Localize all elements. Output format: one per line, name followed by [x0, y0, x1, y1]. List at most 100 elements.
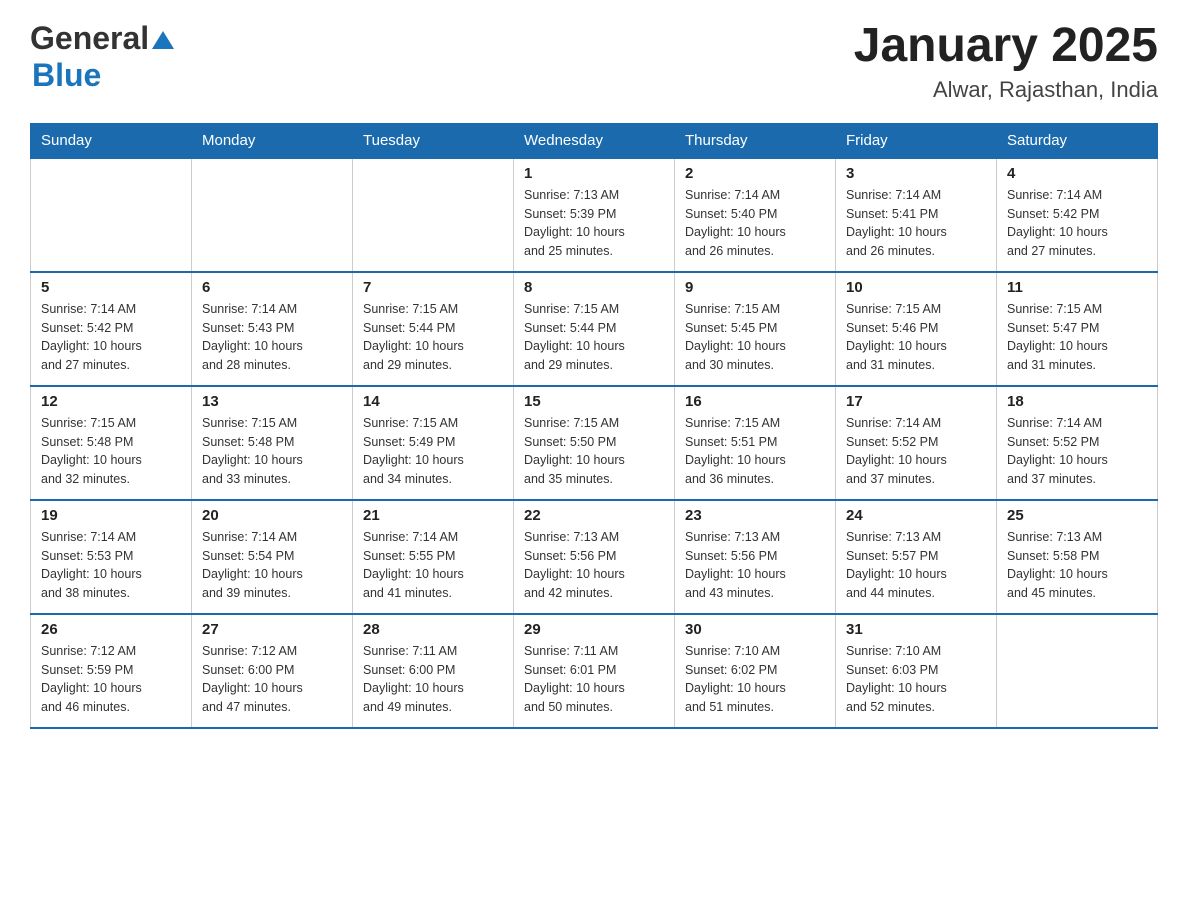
calendar-cell: 2Sunrise: 7:14 AM Sunset: 5:40 PM Daylig… [675, 158, 836, 272]
day-number: 28 [363, 621, 503, 638]
calendar-cell: 12 Sunrise: 7:15 AM Sunset: 5:48 PM Dayli… [31, 386, 192, 500]
day-number: 10 [846, 279, 986, 296]
calendar-cell [353, 158, 514, 272]
calendar-cell: 24Sunrise: 7:13 AM Sunset: 5:57 PM Dayli… [836, 500, 997, 614]
day-info: Sunrise: 7:15 AM Sunset: 5:49 PM Dayligh… [363, 414, 503, 489]
calendar-cell: 30 Sunrise: 7:10 AM Sunset: 6:02 PM Dayli… [675, 614, 836, 728]
logo: General Blue [30, 20, 174, 94]
title-block: January 2025 Alwar, Rajasthan, India [854, 20, 1158, 103]
calendar-cell: 14 Sunrise: 7:15 AM Sunset: 5:49 PM Dayli… [353, 386, 514, 500]
day-number: 30 [685, 621, 825, 638]
day-number: 23 [685, 507, 825, 524]
day-info: Sunrise: 7:11 AM Sunset: 6:01 PM Dayligh… [524, 642, 664, 717]
day-number: 6 [202, 279, 342, 296]
day-number: 19 [41, 507, 181, 524]
calendar-cell: 26 Sunrise: 7:12 AM Sunset: 5:59 PM Dayli… [31, 614, 192, 728]
calendar-cell: 15Sunrise: 7:15 AM Sunset: 5:50 PM Dayli… [514, 386, 675, 500]
day-number: 21 [363, 507, 503, 524]
day-number: 25 [1007, 507, 1147, 524]
day-number: 14 [363, 393, 503, 410]
calendar-cell: 9 Sunrise: 7:15 AM Sunset: 5:45 PM Daylig… [675, 272, 836, 386]
day-info: Sunrise: 7:13 AM Sunset: 5:58 PM Dayligh… [1007, 528, 1147, 603]
calendar-cell: 28 Sunrise: 7:11 AM Sunset: 6:00 PM Dayli… [353, 614, 514, 728]
calendar-cell [997, 614, 1158, 728]
col-wednesday: Wednesday [514, 123, 675, 158]
location: Alwar, Rajasthan, India [854, 77, 1158, 103]
day-number: 5 [41, 279, 181, 296]
day-number: 31 [846, 621, 986, 638]
day-number: 16 [685, 393, 825, 410]
day-info: Sunrise: 7:14 AM Sunset: 5:52 PM Dayligh… [1007, 414, 1147, 489]
day-number: 20 [202, 507, 342, 524]
day-info: Sunrise: 7:14 AM Sunset: 5:54 PM Dayligh… [202, 528, 342, 603]
day-info: Sunrise: 7:15 AM Sunset: 5:51 PM Dayligh… [685, 414, 825, 489]
calendar-cell: 3 Sunrise: 7:14 AM Sunset: 5:41 PM Daylig… [836, 158, 997, 272]
day-info: Sunrise: 7:15 AM Sunset: 5:48 PM Dayligh… [41, 414, 181, 489]
day-info: Sunrise: 7:11 AM Sunset: 6:00 PM Dayligh… [363, 642, 503, 717]
logo-blue-text: Blue [32, 57, 101, 93]
day-info: Sunrise: 7:15 AM Sunset: 5:47 PM Dayligh… [1007, 300, 1147, 375]
day-info: Sunrise: 7:14 AM Sunset: 5:55 PM Dayligh… [363, 528, 503, 603]
page-header: General Blue January 2025 Alwar, Rajasth… [30, 20, 1158, 103]
calendar-cell: 21 Sunrise: 7:14 AM Sunset: 5:55 PM Dayli… [353, 500, 514, 614]
day-number: 3 [846, 165, 986, 182]
day-number: 9 [685, 279, 825, 296]
day-number: 22 [524, 507, 664, 524]
col-friday: Friday [836, 123, 997, 158]
logo-triangle-icon [152, 27, 174, 49]
calendar-cell: 22 Sunrise: 7:13 AM Sunset: 5:56 PM Dayli… [514, 500, 675, 614]
calendar-cell: 7 Sunrise: 7:15 AM Sunset: 5:44 PM Daylig… [353, 272, 514, 386]
calendar-row-2: 5Sunrise: 7:14 AM Sunset: 5:42 PM Daylig… [31, 272, 1158, 386]
header-row: Sunday Monday Tuesday Wednesday Thursday… [31, 123, 1158, 158]
day-info: Sunrise: 7:14 AM Sunset: 5:41 PM Dayligh… [846, 186, 986, 261]
calendar-row-1: 1Sunrise: 7:13 AM Sunset: 5:39 PM Daylig… [31, 158, 1158, 272]
day-number: 8 [524, 279, 664, 296]
col-saturday: Saturday [997, 123, 1158, 158]
col-monday: Monday [192, 123, 353, 158]
calendar-row-4: 19 Sunrise: 7:14 AM Sunset: 5:53 PM Dayli… [31, 500, 1158, 614]
day-info: Sunrise: 7:15 AM Sunset: 5:50 PM Dayligh… [524, 414, 664, 489]
day-info: Sunrise: 7:12 AM Sunset: 6:00 PM Dayligh… [202, 642, 342, 717]
day-info: Sunrise: 7:15 AM Sunset: 5:48 PM Dayligh… [202, 414, 342, 489]
calendar-cell: 4Sunrise: 7:14 AM Sunset: 5:42 PM Daylig… [997, 158, 1158, 272]
calendar-cell: 27 Sunrise: 7:12 AM Sunset: 6:00 PM Dayli… [192, 614, 353, 728]
calendar-cell: 10 Sunrise: 7:15 AM Sunset: 5:46 PM Dayli… [836, 272, 997, 386]
calendar-row-5: 26 Sunrise: 7:12 AM Sunset: 5:59 PM Dayli… [31, 614, 1158, 728]
day-info: Sunrise: 7:14 AM Sunset: 5:52 PM Dayligh… [846, 414, 986, 489]
calendar-cell: 16 Sunrise: 7:15 AM Sunset: 5:51 PM Dayli… [675, 386, 836, 500]
day-info: Sunrise: 7:13 AM Sunset: 5:56 PM Dayligh… [524, 528, 664, 603]
day-info: Sunrise: 7:10 AM Sunset: 6:02 PM Dayligh… [685, 642, 825, 717]
calendar-cell: 20 Sunrise: 7:14 AM Sunset: 5:54 PM Dayli… [192, 500, 353, 614]
calendar-cell: 11 Sunrise: 7:15 AM Sunset: 5:47 PM Dayli… [997, 272, 1158, 386]
day-number: 27 [202, 621, 342, 638]
calendar-cell [31, 158, 192, 272]
day-number: 13 [202, 393, 342, 410]
calendar-cell: 6 Sunrise: 7:14 AM Sunset: 5:43 PM Daylig… [192, 272, 353, 386]
day-number: 17 [846, 393, 986, 410]
logo-general-text: General [30, 20, 149, 57]
day-number: 26 [41, 621, 181, 638]
calendar-cell [192, 158, 353, 272]
col-thursday: Thursday [675, 123, 836, 158]
calendar-table: Sunday Monday Tuesday Wednesday Thursday… [30, 123, 1158, 729]
day-number: 11 [1007, 279, 1147, 296]
calendar-cell: 1Sunrise: 7:13 AM Sunset: 5:39 PM Daylig… [514, 158, 675, 272]
day-info: Sunrise: 7:14 AM Sunset: 5:40 PM Dayligh… [685, 186, 825, 261]
day-info: Sunrise: 7:15 AM Sunset: 5:45 PM Dayligh… [685, 300, 825, 375]
day-info: Sunrise: 7:13 AM Sunset: 5:57 PM Dayligh… [846, 528, 986, 603]
calendar-cell: 5Sunrise: 7:14 AM Sunset: 5:42 PM Daylig… [31, 272, 192, 386]
calendar-cell: 13 Sunrise: 7:15 AM Sunset: 5:48 PM Dayli… [192, 386, 353, 500]
day-info: Sunrise: 7:13 AM Sunset: 5:56 PM Dayligh… [685, 528, 825, 603]
day-number: 4 [1007, 165, 1147, 182]
day-number: 7 [363, 279, 503, 296]
day-info: Sunrise: 7:14 AM Sunset: 5:43 PM Dayligh… [202, 300, 342, 375]
day-info: Sunrise: 7:15 AM Sunset: 5:44 PM Dayligh… [524, 300, 664, 375]
day-info: Sunrise: 7:15 AM Sunset: 5:46 PM Dayligh… [846, 300, 986, 375]
calendar-cell: 19 Sunrise: 7:14 AM Sunset: 5:53 PM Dayli… [31, 500, 192, 614]
calendar-cell: 25 Sunrise: 7:13 AM Sunset: 5:58 PM Dayli… [997, 500, 1158, 614]
day-info: Sunrise: 7:15 AM Sunset: 5:44 PM Dayligh… [363, 300, 503, 375]
day-info: Sunrise: 7:12 AM Sunset: 5:59 PM Dayligh… [41, 642, 181, 717]
day-info: Sunrise: 7:14 AM Sunset: 5:53 PM Dayligh… [41, 528, 181, 603]
day-number: 12 [41, 393, 181, 410]
calendar-row-3: 12 Sunrise: 7:15 AM Sunset: 5:48 PM Dayli… [31, 386, 1158, 500]
